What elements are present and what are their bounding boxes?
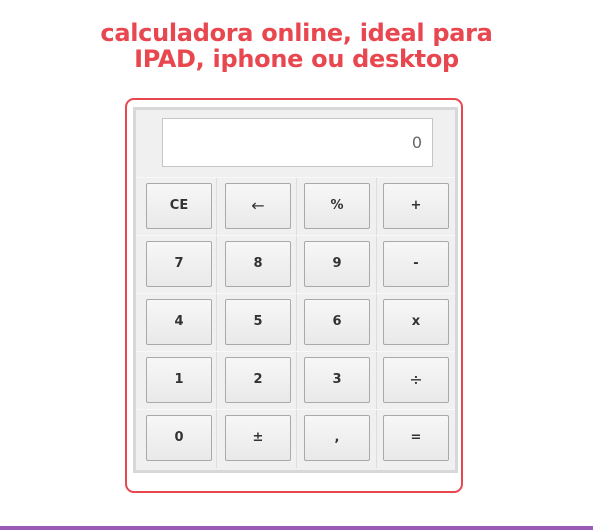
page-title-line-2: IPAD, iphone ou desktop bbox=[134, 45, 459, 73]
percent-button[interactable]: % bbox=[304, 183, 370, 229]
equals-button[interactable]: = bbox=[383, 415, 449, 461]
digit-6-button[interactable]: 6 bbox=[304, 299, 370, 345]
plus-minus-button[interactable]: ± bbox=[225, 415, 291, 461]
keypad-row-3: 4 5 6 x bbox=[136, 293, 455, 352]
decimal-comma-button[interactable]: , bbox=[304, 415, 370, 461]
divide-button[interactable]: ÷ bbox=[383, 357, 449, 403]
digit-8-button[interactable]: 8 bbox=[225, 241, 291, 287]
digit-2-button[interactable]: 2 bbox=[225, 357, 291, 403]
page-title: calculadora online, ideal para IPAD, iph… bbox=[0, 20, 593, 72]
digit-9-button[interactable]: 9 bbox=[304, 241, 370, 287]
keypad-row-1: CE ← % + bbox=[136, 177, 455, 236]
digit-4-button[interactable]: 4 bbox=[146, 299, 212, 345]
multiply-button[interactable]: x bbox=[383, 299, 449, 345]
calculator: 0 CE ← % + 7 8 9 - 4 5 6 x 1 2 3 ÷ 0 ± ,… bbox=[133, 107, 458, 473]
digit-5-button[interactable]: 5 bbox=[225, 299, 291, 345]
backspace-button[interactable]: ← bbox=[225, 183, 291, 229]
keypad-row-4: 1 2 3 ÷ bbox=[136, 351, 455, 410]
clear-entry-button[interactable]: CE bbox=[146, 183, 212, 229]
keypad-row-5: 0 ± , = bbox=[136, 409, 455, 468]
minus-button[interactable]: - bbox=[383, 241, 449, 287]
digit-3-button[interactable]: 3 bbox=[304, 357, 370, 403]
calculator-display[interactable]: 0 bbox=[162, 118, 433, 167]
display-row: 0 bbox=[136, 110, 455, 178]
keypad-row-2: 7 8 9 - bbox=[136, 235, 455, 294]
plus-button[interactable]: + bbox=[383, 183, 449, 229]
bottom-divider bbox=[0, 526, 593, 530]
digit-7-button[interactable]: 7 bbox=[146, 241, 212, 287]
page-title-line-1: calculadora online, ideal para bbox=[100, 19, 493, 47]
digit-1-button[interactable]: 1 bbox=[146, 357, 212, 403]
digit-0-button[interactable]: 0 bbox=[146, 415, 212, 461]
